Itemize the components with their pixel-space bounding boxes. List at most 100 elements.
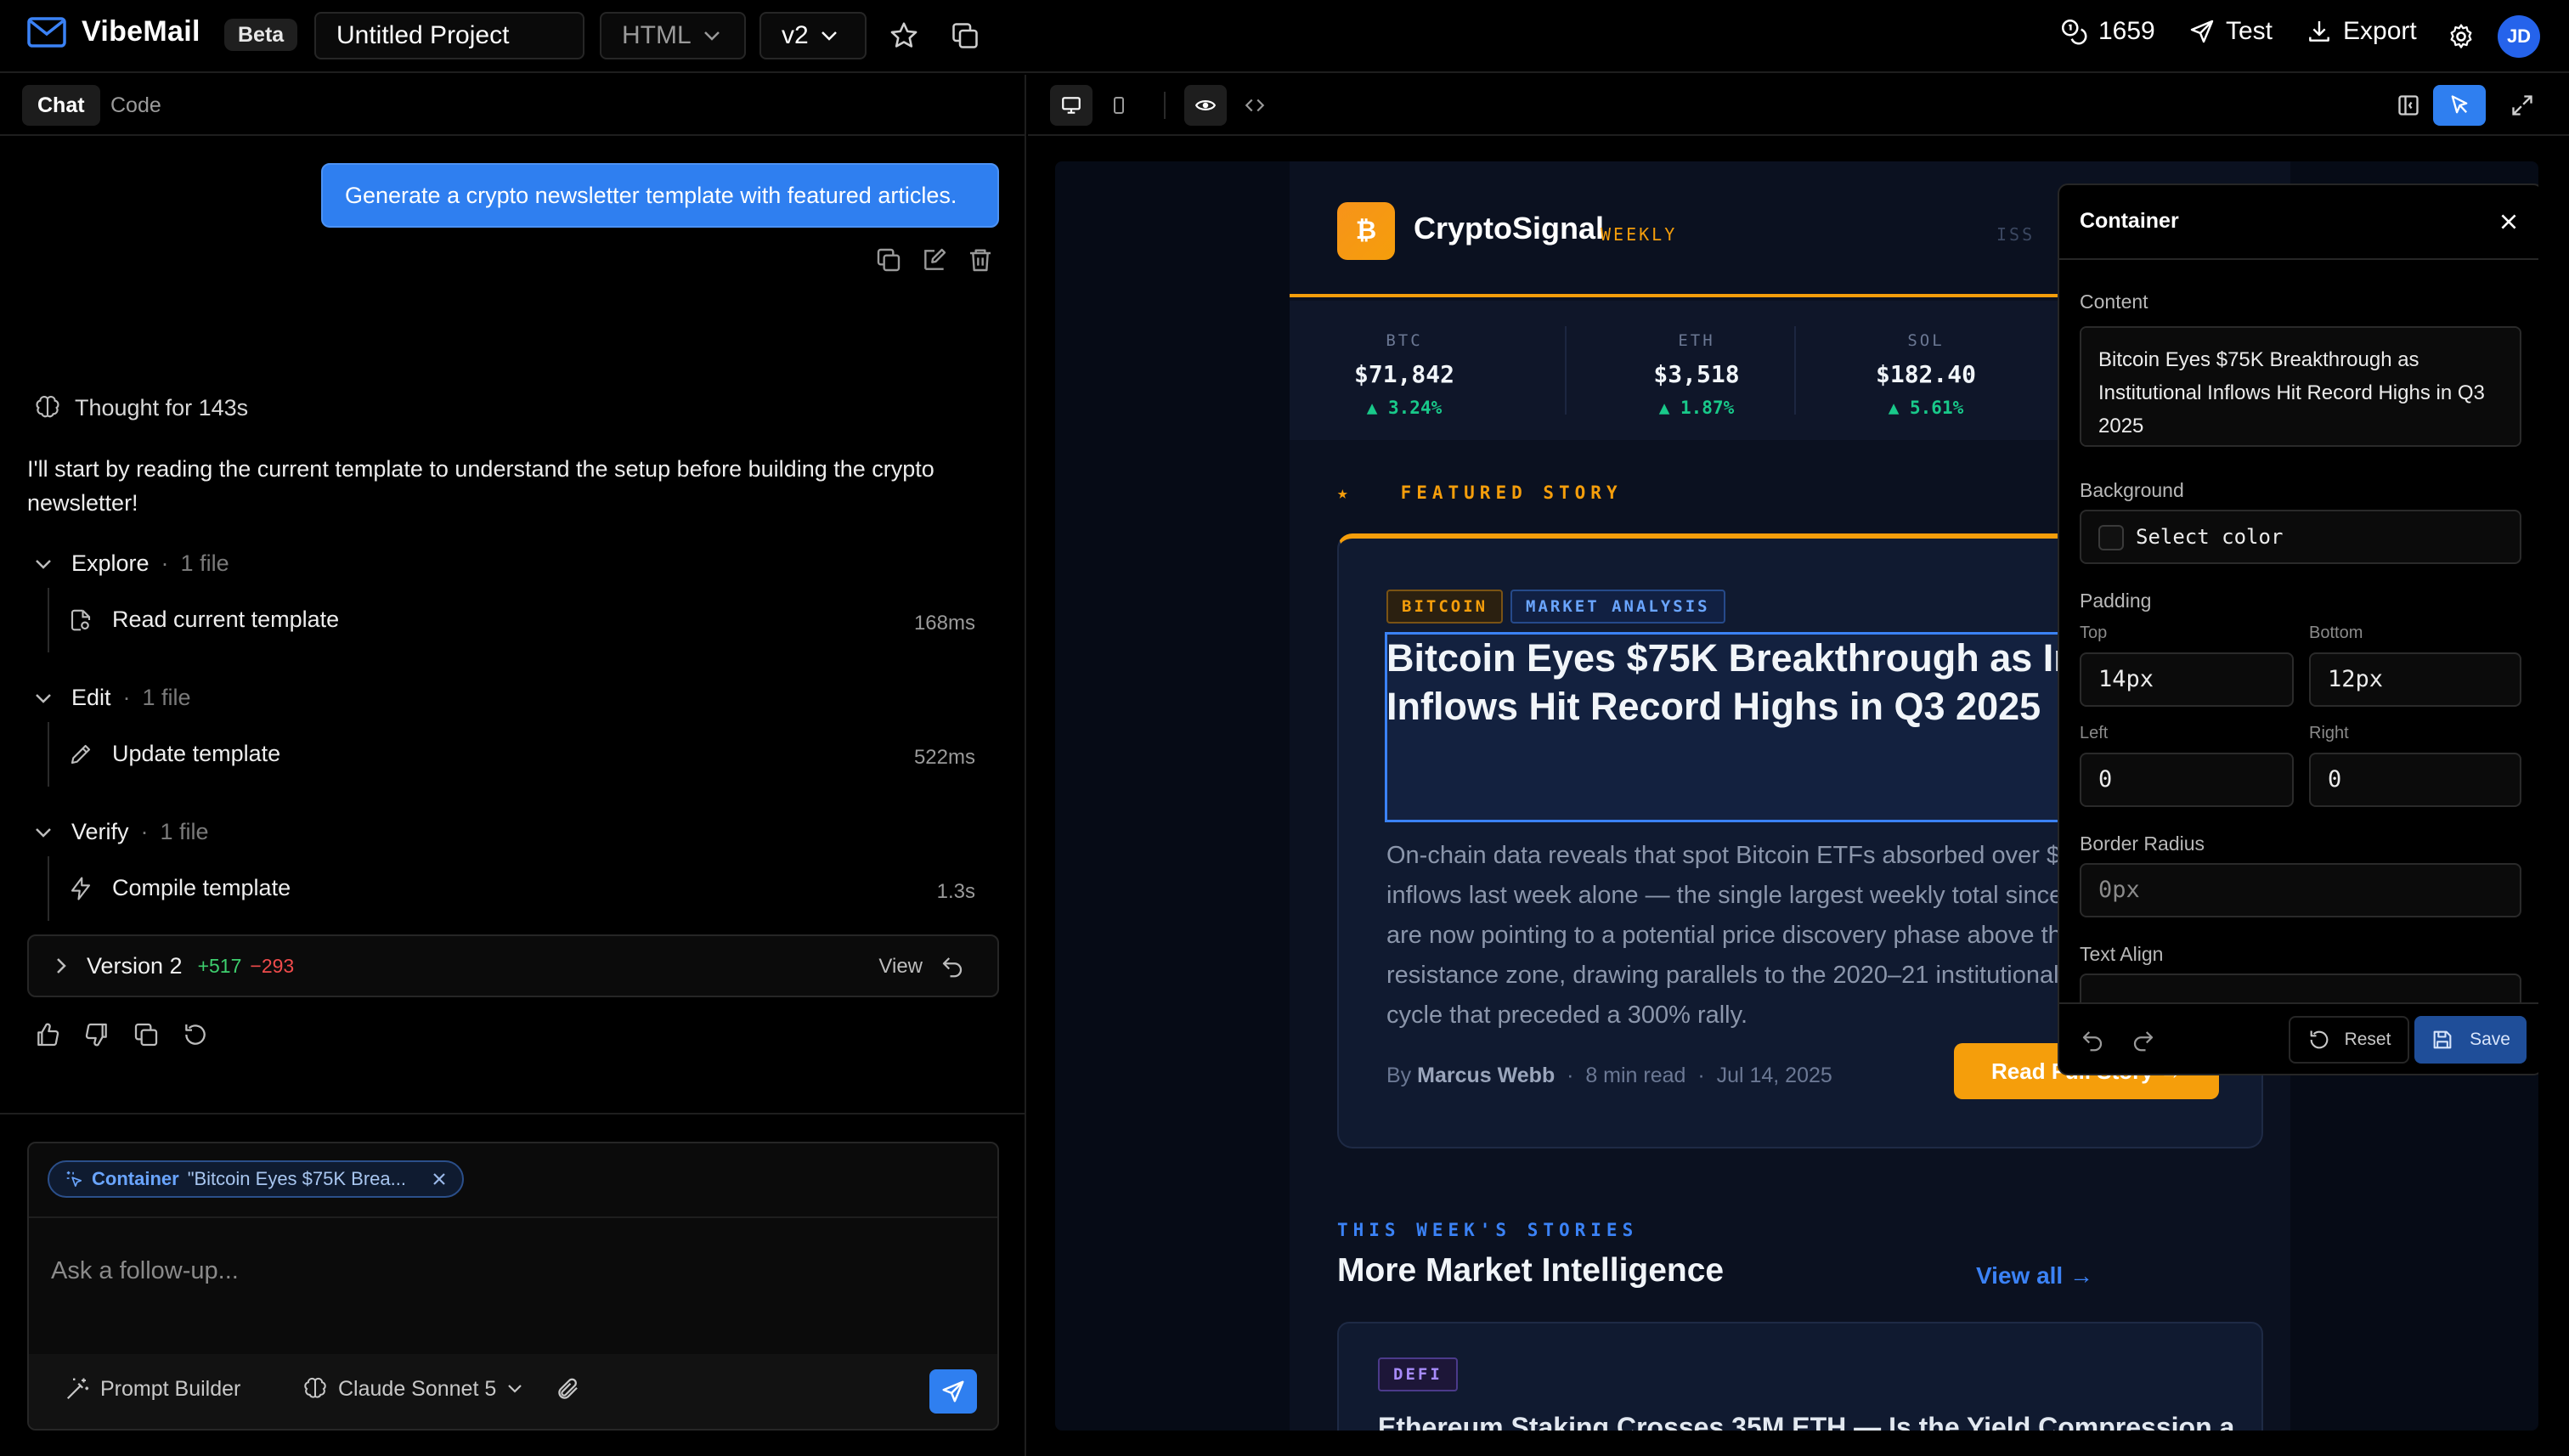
ticker-change: ▲ 5.61% <box>1888 398 1964 418</box>
preview-mode-button[interactable] <box>1184 85 1227 126</box>
chat-panel: Chat Code Generate a crypto newsletter t… <box>0 75 1026 1456</box>
padding-right-input[interactable]: 0 <box>2309 753 2521 807</box>
story-card[interactable]: DEFI Ethereum Staking Crosses 35M ETH — … <box>1337 1322 2263 1431</box>
code-mode-button[interactable] <box>1234 85 1276 126</box>
trash-icon[interactable] <box>967 246 994 274</box>
substep-label: Read current template <box>112 607 340 632</box>
substep-read-template[interactable]: Read current template <box>68 607 339 633</box>
ticker-item: ETH $3,518 ▲ 1.87% <box>1582 301 1811 440</box>
chat-tabs: Chat Code <box>0 75 1026 136</box>
close-icon[interactable] <box>2498 211 2520 233</box>
model-select[interactable]: Claude Sonnet 5 <box>302 1376 523 1402</box>
version-card[interactable]: Version 2 +517 −293 View <box>27 934 999 997</box>
newsletter-frequency: WEEKLY <box>1601 224 1678 245</box>
favorite-button[interactable] <box>889 20 919 51</box>
properties-header: Container <box>2059 185 2538 260</box>
thumbs-down-icon[interactable] <box>83 1021 110 1048</box>
step-duration: 168ms <box>913 612 975 635</box>
model-label: Claude Sonnet 5 <box>338 1376 497 1401</box>
fullscreen-button[interactable] <box>2501 85 2544 126</box>
copy-icon[interactable] <box>875 246 902 274</box>
composer-toolbar: Prompt Builder Claude Sonnet 5 <box>29 1354 997 1429</box>
view-all-link[interactable]: View all → <box>1976 1262 2093 1290</box>
chevron-down-icon <box>821 31 837 41</box>
desktop-view-button[interactable] <box>1050 85 1093 126</box>
tab-chat[interactable]: Chat <box>22 85 100 126</box>
ticker-change: ▲ 1.87% <box>1658 398 1735 418</box>
lines-removed: −293 <box>250 954 295 977</box>
app-logo[interactable]: VibeMail <box>27 15 200 48</box>
context-chip[interactable]: Container "Bitcoin Eyes $75K Brea... <box>48 1160 464 1198</box>
user-avatar[interactable]: JD <box>2498 15 2540 58</box>
export-button[interactable]: Export <box>2306 17 2417 46</box>
reset-button[interactable]: Reset <box>2289 1016 2409 1064</box>
tab-code[interactable]: Code <box>95 85 177 126</box>
border-radius-label: Border Radius <box>2080 832 2205 855</box>
step-meta: 1 file <box>142 685 191 710</box>
tag-market-analysis[interactable]: MARKET ANALYSIS <box>1510 590 1725 624</box>
thumbs-up-icon[interactable] <box>34 1021 61 1048</box>
sparkle-cursor-icon <box>66 1171 82 1188</box>
chevron-down-icon <box>703 31 720 41</box>
duplicate-button[interactable] <box>950 20 980 51</box>
step-edit[interactable]: Edit · 1 file <box>34 685 191 711</box>
tag-defi[interactable]: DEFI <box>1378 1357 1458 1391</box>
tag-bitcoin[interactable]: BITCOIN <box>1386 590 1504 624</box>
reset-label: Reset <box>2344 1030 2391 1049</box>
step-separator: · <box>161 550 169 576</box>
chevron-right-icon <box>57 958 66 973</box>
restore-icon[interactable] <box>940 954 965 979</box>
redo-icon[interactable] <box>2131 1028 2156 1053</box>
ticker-item: BTC $71,842 ▲ 3.24% <box>1290 301 1519 440</box>
substep-update-template[interactable]: Update template <box>68 741 280 767</box>
step-duration: 1.3s <box>936 880 975 903</box>
assistant-reply: I'll start by reading the current templa… <box>27 456 934 516</box>
regenerate-icon[interactable] <box>182 1021 209 1048</box>
version-select[interactable]: v2 <box>759 12 867 59</box>
prompt-builder-button[interactable]: Prompt Builder <box>65 1376 240 1402</box>
toggle-sidebar-button[interactable] <box>2387 85 2430 126</box>
substep-compile-template[interactable]: Compile template <box>68 875 291 901</box>
attach-button[interactable] <box>556 1376 581 1402</box>
test-button[interactable]: Test <box>2188 17 2273 46</box>
app-name: VibeMail <box>82 15 200 48</box>
step-name: Edit <box>71 685 111 710</box>
thought-label: Thought for 143s <box>75 394 249 420</box>
send-button[interactable] <box>929 1369 977 1414</box>
view-version-link[interactable]: View <box>878 955 923 979</box>
padding-label: Padding <box>2080 590 2152 612</box>
project-name-field[interactable]: Untitled Project <box>314 12 584 59</box>
language-select[interactable]: HTML <box>600 12 746 59</box>
follow-up-input[interactable] <box>51 1237 968 1305</box>
select-element-button[interactable] <box>2433 85 2486 126</box>
pointer-icon <box>2451 95 2468 114</box>
ticker-symbol: BTC <box>1386 331 1423 350</box>
padding-top-input[interactable]: 14px <box>2080 652 2294 707</box>
copy-icon[interactable] <box>133 1021 160 1048</box>
beta-badge: Beta <box>224 19 298 51</box>
credits-counter[interactable]: 1659 <box>2059 17 2155 46</box>
save-button[interactable]: Save <box>2414 1016 2527 1064</box>
magic-wand-icon <box>66 1378 89 1400</box>
padding-top-label: Top <box>2080 624 2108 642</box>
step-explore[interactable]: Explore · 1 file <box>34 550 229 577</box>
step-verify[interactable]: Verify · 1 file <box>34 819 209 845</box>
content-textarea[interactable]: Bitcoin Eyes $75K Breakthrough as Instit… <box>2080 326 2521 447</box>
mobile-view-button[interactable] <box>1098 85 1140 126</box>
padding-left-input[interactable]: 0 <box>2080 753 2294 807</box>
undo-icon[interactable] <box>2080 1028 2105 1053</box>
border-radius-input[interactable]: 0px <box>2080 863 2521 917</box>
ticker-change: ▲ 3.24% <box>1366 398 1443 418</box>
sidebar-icon <box>2398 95 2419 116</box>
send-icon <box>2190 20 2214 43</box>
chevron-down-icon <box>508 1385 522 1393</box>
background-color-picker[interactable]: Select color <box>2080 510 2521 564</box>
settings-button[interactable] <box>2447 22 2476 51</box>
featured-text: FEATURED STORY <box>1400 483 1623 503</box>
thought-indicator[interactable]: Thought for 143s <box>34 394 248 421</box>
close-icon[interactable] <box>432 1171 447 1187</box>
padding-bottom-input[interactable]: 12px <box>2309 652 2521 707</box>
edit-icon[interactable] <box>921 246 948 274</box>
story-title[interactable]: Ethereum Staking Crosses 35M ETH — Is th… <box>1378 1412 2234 1431</box>
featured-story-label: ★ FEATURED STORY <box>1337 483 1623 503</box>
